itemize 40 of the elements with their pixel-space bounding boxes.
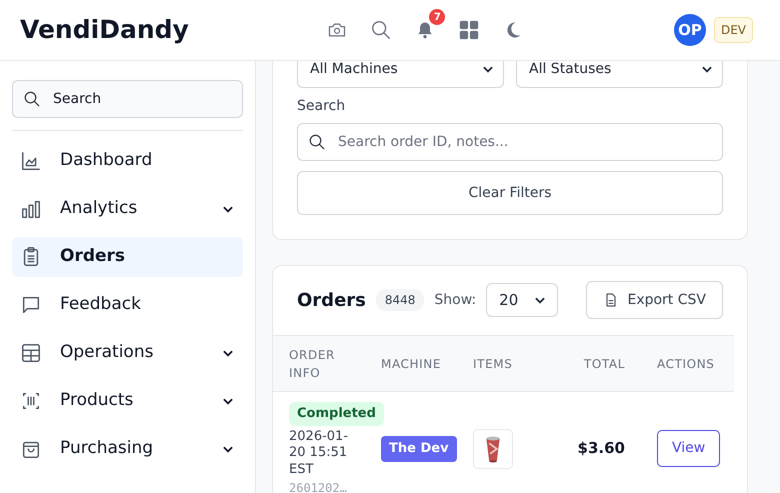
column-header: ACTIONS (657, 356, 714, 370)
order-count: 8448 (376, 289, 424, 311)
sidebar-item[interactable]: Dashboard (12, 141, 243, 181)
column-header: MACHINE (381, 356, 442, 370)
machine-select[interactable]: All Machines (297, 61, 504, 88)
view-button[interactable]: View (657, 430, 720, 468)
sidebar-item[interactable]: Feedback (12, 285, 243, 325)
sidebar-item[interactable]: Products (12, 381, 243, 421)
column-header: ITEMS (473, 356, 512, 370)
show-label: Show: (434, 290, 476, 310)
search-field[interactable]: Search (12, 80, 243, 118)
order-id: 2601202… (289, 480, 348, 493)
sidebar-item[interactable]: Orders (12, 237, 243, 277)
export-csv-button[interactable]: Export CSV (586, 281, 723, 319)
column-header: TOTAL (584, 356, 625, 370)
order-total: $3.60 (549, 392, 641, 493)
bar-chart-icon (20, 198, 42, 220)
chat-bubble-icon (20, 294, 42, 316)
sidebar-item[interactable]: Purchasing (12, 429, 243, 469)
sidebar-item[interactable]: Analytics (12, 189, 243, 229)
search-icon (23, 90, 41, 108)
search-field[interactable]: Search order ID, notes... (297, 123, 723, 161)
notification-count: 7 (429, 9, 446, 25)
status-badge: Completed (289, 402, 384, 426)
status-select[interactable]: All Statuses (516, 61, 723, 88)
search-label: Search (297, 97, 346, 116)
clear-filters-button[interactable]: Clear Filters (297, 171, 723, 215)
environment-badge: DEV (714, 17, 753, 43)
machine-badge: The Dev (381, 436, 457, 462)
page-size-select[interactable]: 20 (486, 283, 558, 317)
search-icon (308, 133, 326, 151)
orders-title: Orders (297, 288, 366, 312)
column-header: ORDER INFO (289, 348, 335, 380)
table-icon (20, 342, 42, 364)
app-title: VendiDandy (20, 14, 189, 46)
sidebar-item[interactable]: Operations (12, 333, 243, 373)
chart-icon (20, 150, 42, 172)
barcode-icon (20, 390, 42, 412)
user-avatar[interactable]: OP (674, 14, 706, 46)
order-datetime: 2026-01-20 15:51 EST (289, 428, 349, 480)
